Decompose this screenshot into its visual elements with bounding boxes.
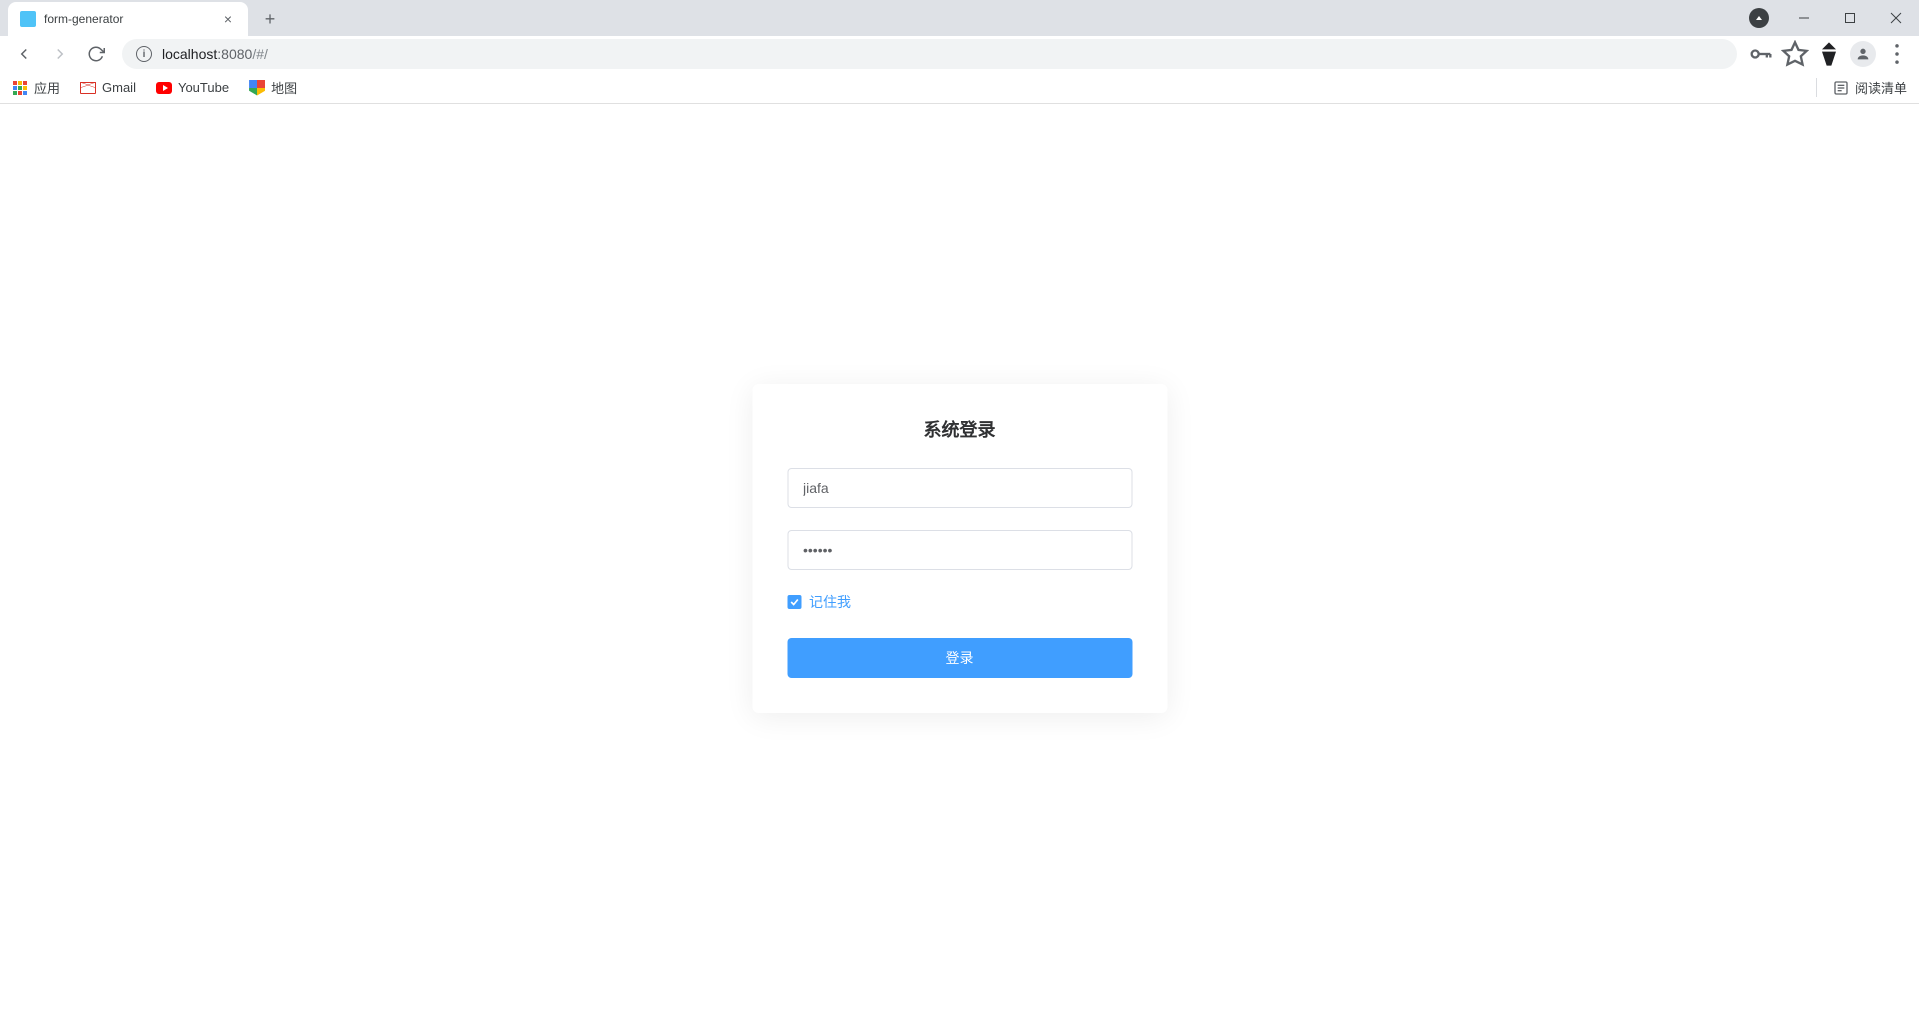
reading-list-button[interactable]: 阅读清单 [1816,78,1907,97]
site-info-icon[interactable]: i [136,46,152,62]
bookmarks-bar: 应用 Gmail YouTube 地图 阅读清单 [0,72,1919,104]
youtube-icon [156,80,172,96]
bookmark-label: Gmail [102,80,136,95]
bookmark-label: 地图 [271,78,297,97]
reload-button[interactable] [80,38,112,70]
browser-tab[interactable]: form-generator × [8,2,248,36]
remember-me-label[interactable]: 记住我 [809,592,851,612]
page-content: 系统登录 记住我 登录 [0,104,1919,1013]
profile-button[interactable] [1849,40,1877,68]
apps-grid-icon [12,80,28,96]
bookmark-maps[interactable]: 地图 [249,78,297,97]
bookmark-gmail[interactable]: Gmail [80,80,136,96]
close-tab-icon[interactable]: × [220,11,236,27]
url-text: localhost:8080/#/ [162,46,268,62]
bookmark-star-icon[interactable] [1781,40,1809,68]
login-card: 系统登录 记住我 登录 [752,384,1167,713]
reading-list-label: 阅读清单 [1855,78,1907,97]
login-title: 系统登录 [787,416,1132,442]
new-tab-button[interactable]: + [256,5,284,33]
remember-me-checkbox[interactable] [787,595,801,609]
list-icon [1833,80,1849,96]
close-window-button[interactable] [1873,0,1919,36]
minimize-button[interactable] [1781,0,1827,36]
bookmark-apps[interactable]: 应用 [12,78,60,97]
browser-chrome: form-generator × + i localhost:8080/#/ [0,0,1919,104]
extension-icon[interactable] [1815,40,1843,68]
favicon-icon [20,11,36,27]
username-input[interactable] [787,468,1132,508]
toolbar-icons [1747,40,1911,68]
forward-button[interactable] [44,38,76,70]
omnibox[interactable]: i localhost:8080/#/ [122,39,1737,69]
login-button[interactable]: 登录 [787,638,1132,678]
maximize-button[interactable] [1827,0,1873,36]
tab-title: form-generator [44,12,212,26]
back-button[interactable] [8,38,40,70]
menu-button[interactable] [1883,40,1911,68]
bookmark-youtube[interactable]: YouTube [156,80,229,96]
password-key-icon[interactable] [1747,40,1775,68]
bookmark-label: YouTube [178,80,229,95]
tab-bar: form-generator × + [0,0,1919,36]
gmail-icon [80,80,96,96]
extension-badge-icon[interactable] [1749,8,1769,28]
maps-icon [249,80,265,96]
bookmark-label: 应用 [34,78,60,97]
address-bar: i localhost:8080/#/ [0,36,1919,72]
check-icon [789,597,799,607]
window-controls [1781,0,1919,36]
password-input[interactable] [787,530,1132,570]
remember-me-row: 记住我 [787,592,1132,612]
